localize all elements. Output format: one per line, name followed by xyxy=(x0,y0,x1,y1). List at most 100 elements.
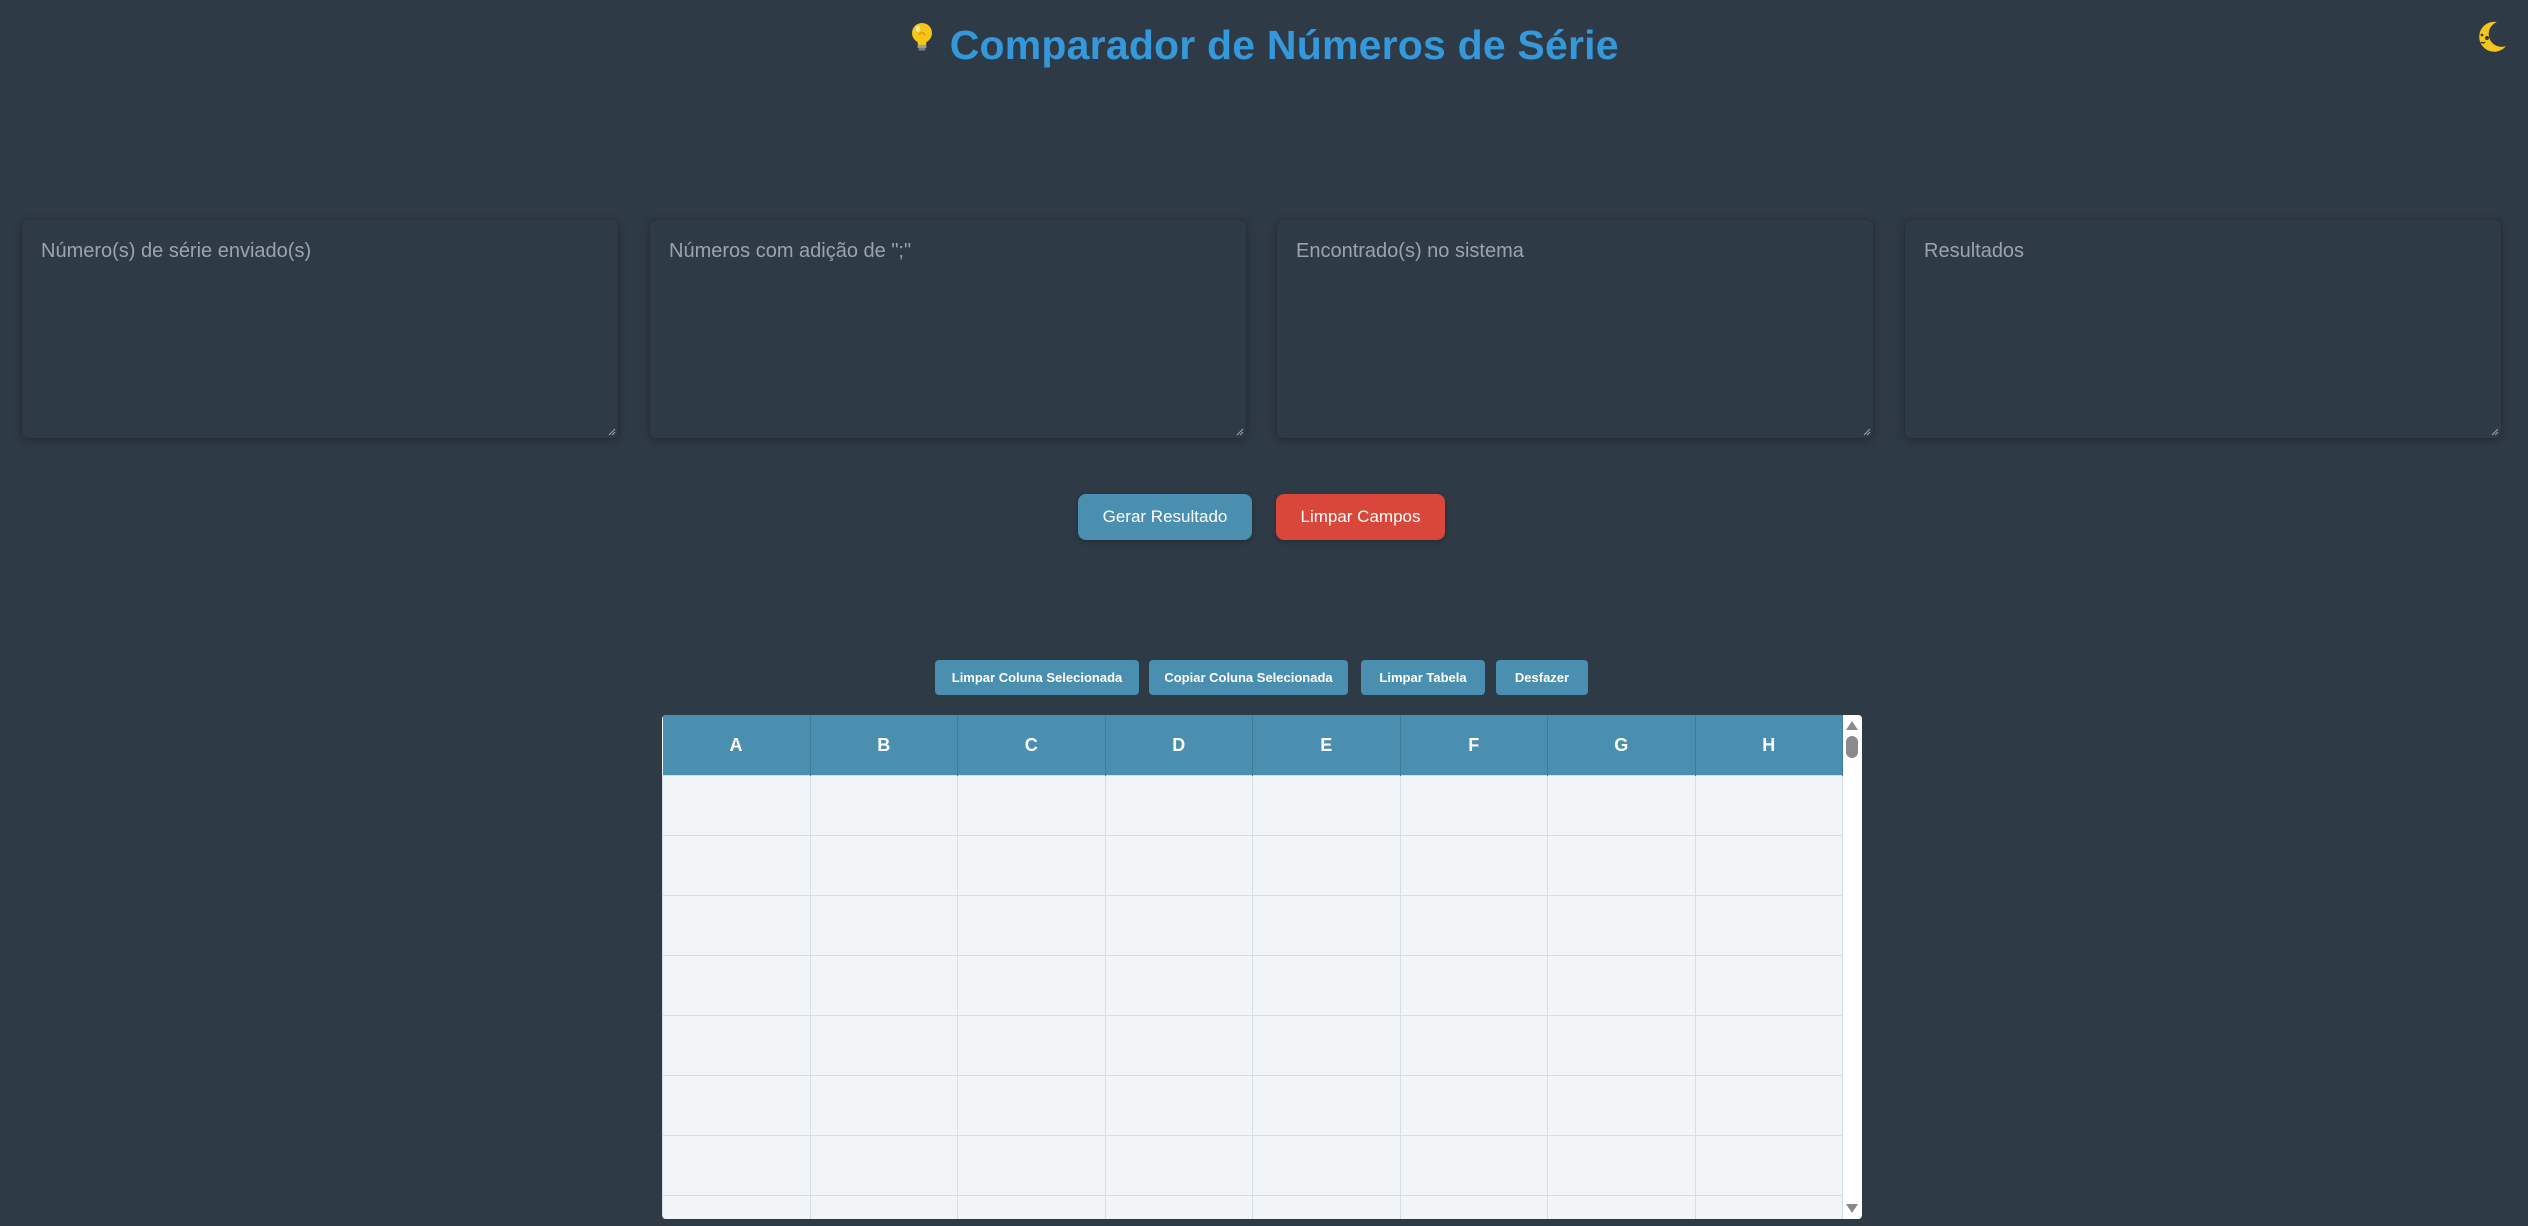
column-header-g[interactable]: G xyxy=(1547,715,1696,776)
table-cell[interactable] xyxy=(1399,835,1548,896)
table-cell[interactable] xyxy=(662,1195,811,1219)
scroll-down-arrow-icon[interactable] xyxy=(1846,1204,1858,1213)
scroll-up-arrow-icon[interactable] xyxy=(1846,721,1858,730)
table-cell[interactable] xyxy=(809,1015,958,1076)
table-cell[interactable] xyxy=(957,1015,1106,1076)
table-cell[interactable] xyxy=(662,1075,811,1136)
table-cell[interactable] xyxy=(1252,955,1401,1016)
clear-table-button[interactable]: Limpar Tabela xyxy=(1361,660,1485,695)
column-header-h[interactable]: H xyxy=(1694,715,1843,776)
numbers-with-semicolon-field[interactable] xyxy=(650,220,1246,438)
column-header-f[interactable]: F xyxy=(1399,715,1548,776)
table-cell[interactable] xyxy=(1104,1075,1253,1136)
table-cell[interactable] xyxy=(809,775,958,836)
moon-icon xyxy=(2479,21,2506,52)
spreadsheet: A B C D E F G H xyxy=(662,715,1862,1219)
table-cell[interactable] xyxy=(957,775,1106,836)
column-header-c[interactable]: C xyxy=(957,715,1106,776)
table-cell[interactable] xyxy=(1694,1075,1843,1136)
column-header-b[interactable]: B xyxy=(809,715,958,776)
generate-result-button[interactable]: Gerar Resultado xyxy=(1078,494,1252,540)
column-header-e[interactable]: E xyxy=(1252,715,1401,776)
table-cell[interactable] xyxy=(1399,1135,1548,1196)
table-cell[interactable] xyxy=(809,895,958,956)
table-cell[interactable] xyxy=(662,1015,811,1076)
table-cell[interactable] xyxy=(1694,775,1843,836)
table-row xyxy=(662,775,1843,836)
vertical-scrollbar[interactable] xyxy=(1843,715,1862,1219)
table-cell[interactable] xyxy=(1104,1015,1253,1076)
table-cell[interactable] xyxy=(1399,955,1548,1016)
table-cell[interactable] xyxy=(1399,1075,1548,1136)
table-cell[interactable] xyxy=(1547,1015,1696,1076)
table-cell[interactable] xyxy=(1547,955,1696,1016)
table-cell[interactable] xyxy=(1104,775,1253,836)
column-header-d[interactable]: D xyxy=(1104,715,1253,776)
table-cell[interactable] xyxy=(1694,895,1843,956)
table-cell[interactable] xyxy=(1252,895,1401,956)
serial-numbers-sent-field[interactable] xyxy=(22,220,618,438)
table-cell[interactable] xyxy=(1104,835,1253,896)
table-cell[interactable] xyxy=(1252,775,1401,836)
table-cell[interactable] xyxy=(1694,1195,1843,1219)
table-cell[interactable] xyxy=(1252,1195,1401,1219)
table-row xyxy=(662,1135,1843,1196)
table-cell[interactable] xyxy=(1547,775,1696,836)
found-in-system-field[interactable] xyxy=(1277,220,1873,438)
table-row xyxy=(662,955,1843,1016)
table-cell[interactable] xyxy=(662,835,811,896)
table-cell[interactable] xyxy=(1104,1195,1253,1219)
table-cell[interactable] xyxy=(1252,1015,1401,1076)
table-cell[interactable] xyxy=(957,895,1106,956)
table-cell[interactable] xyxy=(1694,955,1843,1016)
table-cell[interactable] xyxy=(1547,1135,1696,1196)
table-cell[interactable] xyxy=(1252,1135,1401,1196)
table-cell[interactable] xyxy=(1694,835,1843,896)
clear-selected-column-button[interactable]: Limpar Coluna Selecionada xyxy=(935,660,1139,695)
table-cell[interactable] xyxy=(957,1195,1106,1219)
table-cell[interactable] xyxy=(1104,1135,1253,1196)
table-cell[interactable] xyxy=(1694,1135,1843,1196)
table-cell[interactable] xyxy=(1252,1075,1401,1136)
theme-toggle-button[interactable] xyxy=(2470,16,2512,58)
table-cell[interactable] xyxy=(1694,1015,1843,1076)
table-cell[interactable] xyxy=(1399,895,1548,956)
table-cell[interactable] xyxy=(662,895,811,956)
main-actions: Gerar Resultado Limpar Campos xyxy=(0,494,2528,540)
table-cell[interactable] xyxy=(809,1135,958,1196)
table-cell[interactable] xyxy=(809,1195,958,1219)
table-cell[interactable] xyxy=(957,1075,1106,1136)
clear-fields-button[interactable]: Limpar Campos xyxy=(1276,494,1445,540)
table-cell[interactable] xyxy=(809,955,958,1016)
page-title: Comparador de Números de Série xyxy=(949,22,1619,68)
table-cell[interactable] xyxy=(957,1135,1106,1196)
table-row xyxy=(662,1195,1843,1219)
table-cell[interactable] xyxy=(1104,955,1253,1016)
table-cell[interactable] xyxy=(1399,775,1548,836)
table-cell[interactable] xyxy=(809,1075,958,1136)
scroll-thumb[interactable] xyxy=(1846,736,1858,758)
table-cell[interactable] xyxy=(1547,835,1696,896)
column-header-a[interactable]: A xyxy=(662,715,811,776)
table-cell[interactable] xyxy=(1104,895,1253,956)
table-cell[interactable] xyxy=(662,955,811,1016)
table-cell[interactable] xyxy=(1399,1015,1548,1076)
page: Comparador de Números de Série Gerar Res… xyxy=(0,0,2528,1226)
table-cell[interactable] xyxy=(1252,835,1401,896)
spreadsheet-body xyxy=(662,775,1843,1219)
table-cell[interactable] xyxy=(957,955,1106,1016)
spreadsheet-table: A B C D E F G H xyxy=(662,715,1843,1219)
table-cell[interactable] xyxy=(957,835,1106,896)
table-cell[interactable] xyxy=(1547,895,1696,956)
table-cell[interactable] xyxy=(662,1135,811,1196)
results-field[interactable] xyxy=(1905,220,2501,438)
table-cell[interactable] xyxy=(809,835,958,896)
table-row xyxy=(662,895,1843,956)
undo-button[interactable]: Desfazer xyxy=(1496,660,1588,695)
table-cell[interactable] xyxy=(662,775,811,836)
table-row xyxy=(662,1075,1843,1136)
table-cell[interactable] xyxy=(1547,1075,1696,1136)
copy-selected-column-button[interactable]: Copiar Coluna Selecionada xyxy=(1149,660,1348,695)
table-cell[interactable] xyxy=(1547,1195,1696,1219)
table-cell[interactable] xyxy=(1399,1195,1548,1219)
